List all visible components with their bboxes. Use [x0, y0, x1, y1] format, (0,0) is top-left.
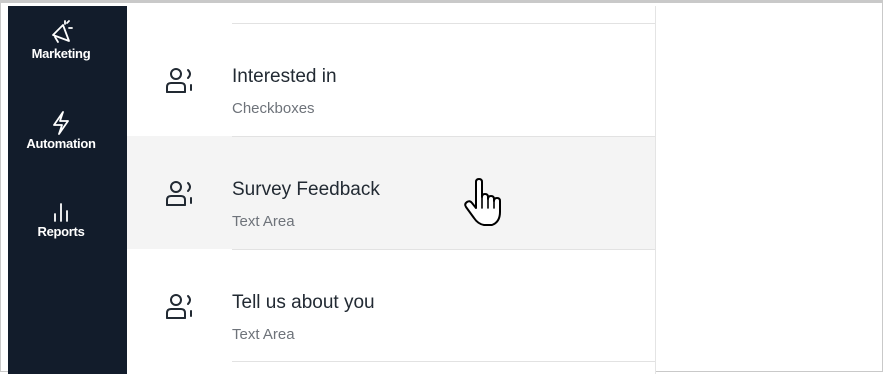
field-title: Tell us about you: [232, 292, 375, 313]
lightning-icon: [53, 111, 69, 135]
sidebar-item-label: Automation: [26, 136, 96, 151]
row-divider: [232, 136, 655, 137]
field-title: Survey Feedback: [232, 179, 380, 200]
field-list: Interested in Checkboxes Survey Feedback…: [127, 6, 655, 374]
list-item[interactable]: Survey Feedback Text Area: [127, 136, 655, 249]
contact-field-icon: [166, 293, 192, 319]
contact-field-icon: [166, 67, 192, 93]
field-type: Text Area: [232, 326, 295, 343]
row-divider: [232, 249, 655, 250]
field-type: Checkboxes: [232, 100, 315, 117]
list-border: [655, 6, 656, 374]
row-divider: [232, 361, 655, 362]
contact-field-icon: [166, 180, 192, 206]
sidebar: Marketing Automation Reports: [8, 6, 127, 374]
row-divider: [232, 23, 655, 24]
sidebar-item-marketing[interactable]: Marketing: [8, 20, 114, 61]
list-item[interactable]: Interested in Checkboxes: [127, 23, 655, 136]
sidebar-item-automation[interactable]: Automation: [8, 110, 114, 151]
field-type: Text Area: [232, 213, 295, 230]
sidebar-item-reports[interactable]: Reports: [8, 198, 114, 239]
bar-chart-icon: [54, 203, 68, 222]
sidebar-item-label: Marketing: [31, 46, 91, 61]
list-item[interactable]: Tell us about you Text Area: [127, 249, 655, 362]
sidebar-item-label: Reports: [37, 224, 85, 239]
field-title: Interested in: [232, 66, 337, 87]
megaphone-icon: [52, 20, 73, 43]
hand-cursor-icon: [464, 178, 501, 226]
